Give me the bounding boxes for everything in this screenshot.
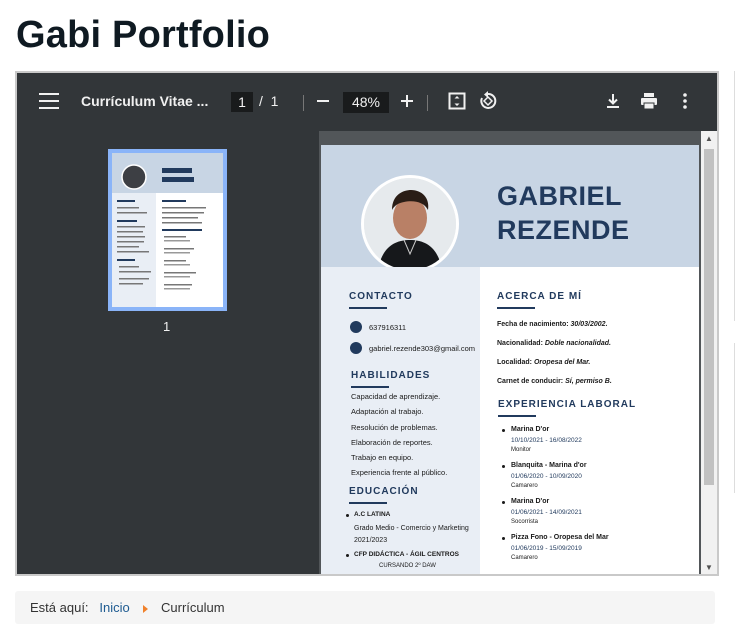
- about-license: Carnet de conducir: Sí, permiso B.: [497, 378, 612, 385]
- job-role: Monitor: [511, 447, 532, 453]
- about-nationality: Nacionalidad: Doble nacionalidad.: [497, 340, 611, 347]
- section-underline: [497, 307, 535, 309]
- education-heading: EDUCACIÓN: [349, 486, 419, 497]
- education-course: Grado Medio - Comercio y Marketing: [354, 525, 469, 532]
- zoom-level-input[interactable]: 48%: [343, 92, 389, 113]
- contact-heading: CONTACTO: [349, 291, 413, 302]
- skill-item: Elaboración de reportes.: [351, 438, 433, 447]
- page-title: Gabi Portfolio: [16, 14, 271, 56]
- document-title: Currículum Vitae ...: [81, 93, 209, 109]
- menu-icon[interactable]: [39, 93, 59, 111]
- page-number-input[interactable]: 1: [231, 92, 253, 112]
- fit-page-icon[interactable]: [445, 89, 469, 113]
- about-label: Localidad:: [497, 359, 533, 366]
- education-course: CURSANDO 2º DAW: [379, 563, 436, 569]
- list-bullet: [346, 554, 349, 557]
- about-birthdate: Fecha de nacimiento: 30/03/2002.: [497, 321, 608, 328]
- toolbar-divider: [427, 95, 428, 111]
- skill-item: Resolución de problemas.: [351, 423, 438, 432]
- page-total-value: 1: [270, 93, 279, 109]
- cv-page: GABRIEL REZENDE CONTACTO 637916311 gabri…: [321, 145, 699, 574]
- breadcrumb-home-link[interactable]: Inicio: [99, 600, 129, 615]
- pdf-viewer[interactable]: Currículum Vitae ... 1 / 1 48% 1 GABRIEL…: [15, 71, 719, 576]
- skill-item: Experiencia frente al público.: [351, 468, 448, 477]
- cv-last-name: REZENDE: [497, 215, 630, 245]
- breadcrumb-current: Currículum: [161, 600, 225, 615]
- about-value: Oropesa del Mar.: [533, 359, 591, 366]
- job-role: Socorrista: [511, 519, 539, 525]
- document-canvas[interactable]: GABRIEL REZENDE CONTACTO 637916311 gabri…: [319, 131, 701, 574]
- skill-item: Adaptación al trabajo.: [351, 407, 424, 416]
- page-total: / 1: [259, 93, 278, 109]
- job-dates: 10/10/2021 - 16/08/2022: [511, 437, 582, 444]
- scroll-down-arrow-icon[interactable]: ▼: [704, 563, 714, 573]
- more-vert-icon[interactable]: [673, 89, 697, 113]
- page-separator: /: [259, 93, 263, 109]
- phone-icon: [350, 321, 362, 333]
- list-bullet: [502, 465, 505, 468]
- phone-number: 637916311: [369, 323, 406, 332]
- thumbnail-sidebar: 1: [17, 131, 319, 574]
- email-address: gabriel.rezende303@gmail.com: [369, 344, 476, 353]
- skill-item: Capacidad de aprendizaje.: [351, 392, 441, 401]
- job-dates: 01/06/2020 - 10/09/2020: [511, 473, 582, 480]
- education-school: A.C LATINA: [354, 511, 391, 518]
- about-label: Fecha de nacimiento:: [497, 321, 569, 328]
- about-value: 30/03/2002.: [570, 321, 608, 328]
- scroll-thumb[interactable]: [704, 149, 714, 485]
- about-label: Nacionalidad:: [497, 340, 543, 347]
- skill-item: Trabajo en equipo.: [351, 453, 414, 462]
- side-panel-edge: [734, 343, 738, 493]
- thumbnail-page-number: 1: [163, 319, 171, 334]
- job-dates: 01/06/2019 - 15/09/2019: [511, 545, 582, 552]
- breadcrumb-prefix: Está aquí:: [30, 600, 89, 615]
- about-heading: ACERCA DE MÍ: [497, 291, 582, 302]
- section-underline: [349, 307, 387, 309]
- job-company: Blanquita - Marina d'or: [511, 462, 587, 469]
- toolbar-divider: [303, 95, 304, 111]
- education-school: CFP DIDÁCTICA - ÁGIL CENTROS: [354, 551, 459, 558]
- list-bullet: [502, 537, 505, 540]
- section-underline: [349, 502, 387, 504]
- job-company: Marina D'or: [511, 426, 550, 433]
- list-bullet: [346, 514, 349, 517]
- list-bullet: [502, 429, 505, 432]
- job-company: Marina D'or: [511, 498, 550, 505]
- download-icon[interactable]: [601, 89, 625, 113]
- job-role: Camarero: [511, 555, 538, 561]
- section-underline: [351, 386, 389, 388]
- page-thumbnail[interactable]: [108, 149, 227, 311]
- cv-first-name: GABRIEL: [497, 181, 622, 211]
- profile-photo: [361, 175, 459, 273]
- email-icon: [350, 342, 362, 354]
- education-years: 2021/2023: [354, 537, 388, 544]
- job-company: Pizza Fono - Oropesa del Mar: [511, 534, 609, 541]
- job-dates: 01/06/2021 - 14/09/2021: [511, 509, 582, 516]
- about-value: Sí, permiso B.: [565, 378, 612, 385]
- job-role: Camarero: [511, 483, 538, 489]
- zoom-in-icon[interactable]: [395, 89, 419, 113]
- about-location: Localidad: Oropesa del Mar.: [497, 359, 590, 366]
- zoom-out-icon[interactable]: [311, 89, 335, 113]
- section-underline: [498, 415, 536, 417]
- list-bullet: [502, 501, 505, 504]
- pdf-toolbar: Currículum Vitae ... 1 / 1 48%: [17, 73, 717, 131]
- breadcrumb: Está aquí: Inicio Currículum: [15, 591, 715, 624]
- about-value: Doble nacionalidad.: [544, 340, 611, 347]
- scrollbar[interactable]: ▲ ▼: [701, 131, 717, 574]
- print-icon[interactable]: [637, 89, 661, 113]
- side-panel-edge: [734, 71, 738, 321]
- about-label: Carnet de conducir:: [497, 378, 564, 385]
- skills-heading: HABILIDADES: [351, 370, 431, 381]
- experience-heading: EXPERIENCIA LABORAL: [498, 399, 637, 410]
- scroll-up-arrow-icon[interactable]: ▲: [704, 134, 714, 144]
- breadcrumb-arrow-icon: [143, 604, 149, 613]
- rotate-icon[interactable]: [476, 89, 500, 113]
